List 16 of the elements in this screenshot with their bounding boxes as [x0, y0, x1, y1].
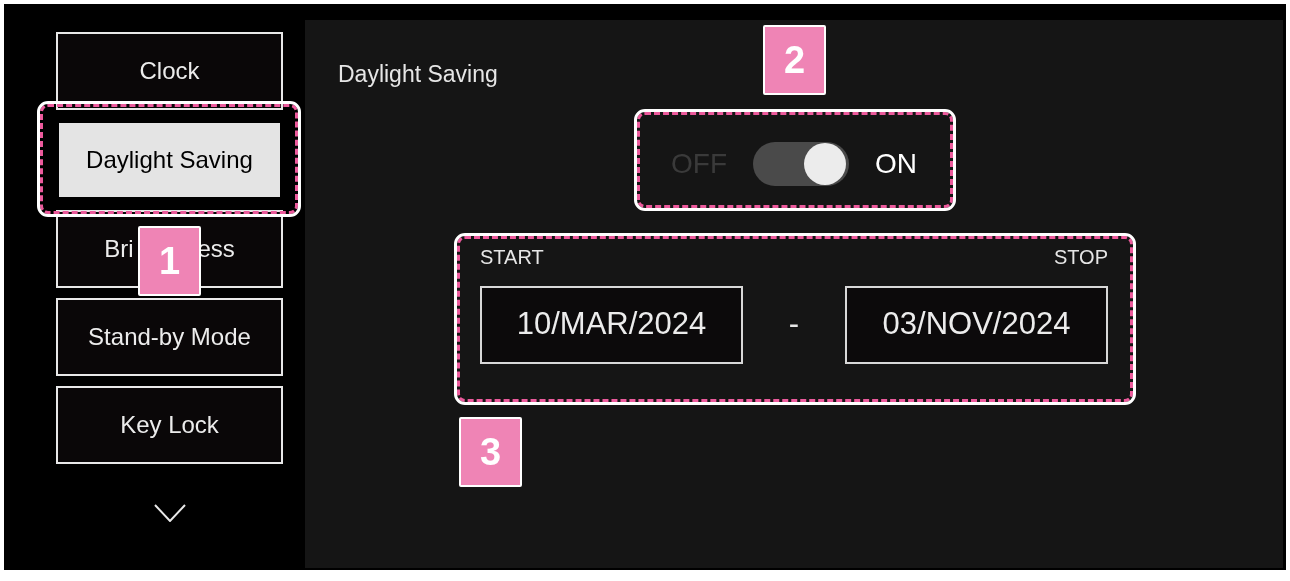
start-label: START	[480, 244, 544, 270]
chevron-down-icon[interactable]	[154, 504, 186, 522]
date-field[interactable]: 10/MAR/2024	[480, 285, 743, 364]
menu-item[interactable]: Daylight Saving	[56, 120, 283, 200]
menu-item[interactable]: Clock	[56, 32, 283, 110]
callout-badge: 2	[763, 25, 826, 95]
date-field[interactable]: 03/NOV/2024	[845, 285, 1108, 364]
on-label: ON	[875, 146, 917, 181]
callout-badge: 1	[138, 226, 201, 296]
range-dash: -	[788, 305, 800, 344]
menu-item[interactable]: Key Lock	[56, 386, 283, 464]
stop-label: STOP	[1053, 244, 1108, 270]
callout-badge: 3	[459, 417, 522, 487]
panel-title: Daylight Saving	[338, 60, 498, 89]
menu-item[interactable]: Stand-by Mode	[56, 298, 283, 376]
toggle-switch[interactable]	[753, 141, 849, 186]
